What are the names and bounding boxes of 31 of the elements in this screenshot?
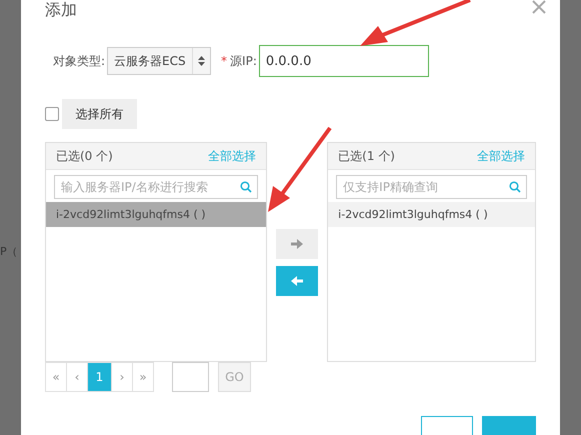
background-text: P（ xyxy=(0,244,18,259)
page-input[interactable] xyxy=(172,362,209,392)
list-item[interactable]: i-2vcd92limt3lguhqfms4 ( ) xyxy=(328,202,535,227)
select-all-link[interactable]: 全部选择 xyxy=(477,148,525,164)
last-page-button[interactable]: » xyxy=(132,362,154,392)
move-left-button[interactable] xyxy=(276,266,318,296)
panel-title: 已选(0 个) xyxy=(56,148,113,164)
select-all-link[interactable]: 全部选择 xyxy=(208,148,256,164)
checkbox[interactable] xyxy=(45,107,59,121)
field-label: 源IP: xyxy=(230,52,257,70)
arrow-left-icon xyxy=(291,276,304,286)
go-button[interactable]: GO xyxy=(218,362,251,392)
panel-title: 已选(1 个) xyxy=(338,148,395,164)
sort-caret-icon xyxy=(198,56,205,66)
field-label: 对象类型: xyxy=(53,52,106,70)
search-icon xyxy=(509,181,521,193)
page-button[interactable]: 1 xyxy=(87,362,112,392)
search-field[interactable]: 输入服务器IP/名称进行搜索 xyxy=(54,175,258,199)
arrow-right-icon xyxy=(291,239,304,249)
search-icon xyxy=(240,181,252,193)
ip-input[interactable]: 0.0.0.0 xyxy=(258,45,429,77)
list-item[interactable]: i-2vcd92limt3lguhqfms4 ( ) xyxy=(46,202,266,227)
search-field[interactable]: 仅支持IP精确查询 xyxy=(336,175,527,199)
prev-page-button[interactable]: ‹ xyxy=(66,362,88,392)
select-all-button[interactable]: 选择所有 xyxy=(62,99,137,129)
type-select[interactable]: 云服务器ECS xyxy=(107,47,212,75)
dialog-title: 添加 xyxy=(45,0,77,21)
next-page-button[interactable]: › xyxy=(111,362,133,392)
close-icon[interactable] xyxy=(532,0,546,14)
first-page-button[interactable]: « xyxy=(45,362,67,392)
required-mark: * xyxy=(221,54,228,68)
